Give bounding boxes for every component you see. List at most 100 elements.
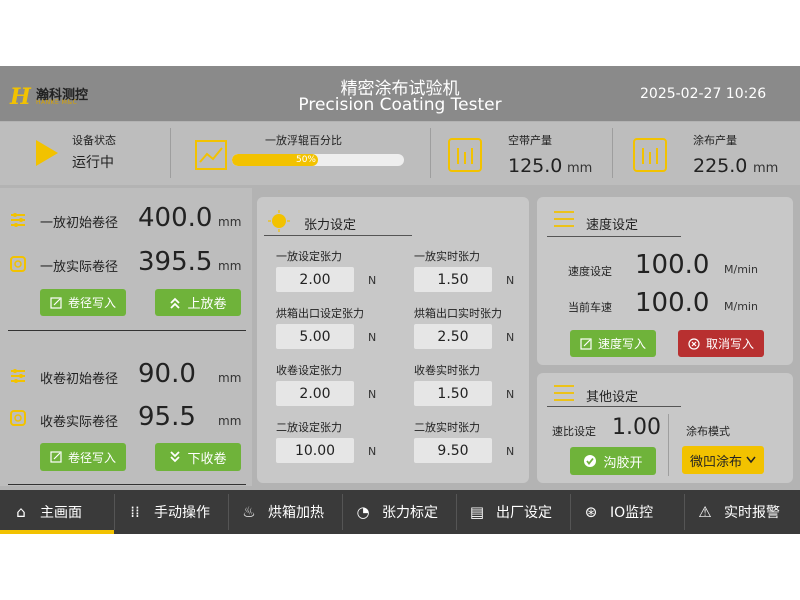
gauge-icon [10,410,26,426]
divider [430,128,431,178]
chart-trend-icon [195,140,227,170]
nav-divider [684,494,685,530]
io-icon: ⊛ [584,503,598,521]
glue-toggle-button[interactable]: 沟胶开 [570,447,656,475]
tension-value-field[interactable]: 10.00 [276,438,354,463]
tension-unit: N [368,274,377,287]
tension-value-field[interactable]: 5.00 [276,324,354,349]
tension-value-field[interactable]: 9.50 [414,438,492,463]
float-roller-label: 一放浮辊百分比 [265,134,342,147]
tension-label: 二放设定张力 [276,421,342,434]
speed-set-label: 速度设定 [568,265,612,278]
tension-label: 二放实时张力 [414,421,480,434]
rewind-actual-label: 收卷实际卷径 [40,415,119,430]
sliders-icon [11,213,25,227]
empty-output-value: 125.0 [508,155,563,177]
factory-icon: ▤ [469,503,485,521]
nav-item-2[interactable]: ♨ 烘箱加热 [240,490,324,534]
tension-value-field[interactable]: 2.00 [276,267,354,292]
load-unwind-button[interactable]: 上放卷 [155,289,241,316]
button-label: 取消写入 [705,337,754,351]
tension-unit: N [368,388,377,401]
page-title-en: Precision Coating Tester [298,95,502,115]
tension-title: 张力设定 [304,218,357,233]
sliders-icon [554,211,574,227]
nav-divider [570,494,571,530]
tension-unit: N [506,331,515,344]
home-icon: ⌂ [16,503,26,521]
nav-item-1[interactable]: ⁞⁞ 手动操作 [126,490,210,534]
check-circle-icon [584,455,597,467]
sliders-icon [11,369,25,383]
edit-icon [50,451,62,463]
output-bars-icon [448,138,482,172]
unwind-init-label: 一放初始卷径 [40,216,119,231]
ratio-value[interactable]: 1.00 [612,415,661,440]
other-title: 其他设定 [586,390,639,405]
button-label: 上放卷 [187,297,227,312]
tension-unit: N [506,274,515,287]
gauge-icon [10,256,26,272]
sun-icon [268,210,290,232]
coating-mode-select[interactable]: 微凹涂布 [682,446,764,474]
device-state-label: 设备状态 [72,134,116,147]
alarm-icon: ⚠ [698,503,712,521]
cancel-circle-icon [688,337,700,350]
unwind-init-value: 400.0 [138,203,213,233]
unwind-diameter-write-button[interactable]: 卷径写入 [40,289,126,316]
double-chevron-down-icon [170,451,181,463]
divider [8,330,246,331]
roll-diameter-panel [0,188,252,486]
nav-item-label: IO监控 [610,505,654,521]
speed-title: 速度设定 [586,218,639,233]
unload-rewind-button[interactable]: 下收卷 [155,443,241,471]
coating-mode-label: 涂布模式 [686,425,730,438]
button-label: 下收卷 [187,451,227,467]
rewind-diameter-write-button[interactable]: 卷径写入 [40,443,126,471]
play-icon [36,140,58,166]
nav-divider [114,494,115,530]
nav-item-6[interactable]: ⚠ 实时报警 [696,490,780,534]
coat-output-value: 225.0 [693,155,748,177]
heat-icon: ♨ [242,503,256,521]
button-label: 卷径写入 [67,450,116,465]
button-label: 沟胶开 [603,455,643,471]
device-state-value: 运行中 [72,155,114,171]
tension-value-field[interactable]: 2.50 [414,324,492,349]
tension-value-field[interactable]: 1.50 [414,267,492,292]
ratio-label: 速比设定 [552,425,596,438]
rewind-init-label: 收卷初始卷径 [40,372,119,387]
speed-set-unit: M/min [724,263,758,276]
speed-current-label: 当前车速 [568,301,612,314]
speed-current-unit: M/min [724,300,758,313]
nav-item-label: 主画面 [40,505,82,521]
empty-output-label: 空带产量 [508,134,552,147]
cancel-write-button[interactable]: 取消写入 [678,330,764,357]
output-bars-icon [633,138,667,172]
nav-item-0[interactable]: ⌂ 主画面 [12,490,82,534]
nav-divider [342,494,343,530]
brand-logo: H 瀚科测控 HANKE M&C [10,84,100,110]
tension-label: 一放设定张力 [276,250,342,263]
tension-value-field[interactable]: 2.00 [276,381,354,406]
nav-item-label: 张力标定 [382,505,438,521]
rewind-init-unit: mm [218,371,242,385]
rewind-actual-unit: mm [218,414,242,428]
tension-label: 收卷设定张力 [276,364,342,377]
tension-value-field[interactable]: 1.50 [414,381,492,406]
unwind-init-unit: mm [218,215,242,229]
speed-write-button[interactable]: 速度写入 [570,330,656,357]
unwind-actual-value: 395.5 [138,247,213,277]
logo-subtext: HANKE M&C [36,99,78,106]
tension-unit: N [368,331,377,344]
tension-unit: N [368,445,377,458]
nav-divider [456,494,457,530]
nav-item-5[interactable]: ⊛ IO监控 [582,490,653,534]
double-chevron-up-icon [170,297,181,309]
nav-item-3[interactable]: ◔ 张力标定 [354,490,438,534]
title-underline [264,235,412,236]
nav-item-4[interactable]: ▤ 出厂设定 [468,490,552,534]
float-roller-value: 50% [295,155,316,165]
coat-output-label: 涂布产量 [693,134,737,147]
title-underline [547,236,681,237]
